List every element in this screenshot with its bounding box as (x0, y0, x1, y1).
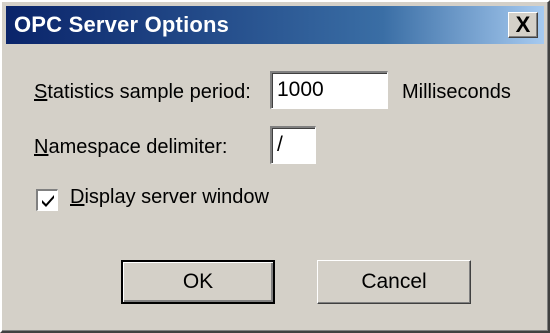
namespace-delimiter-input[interactable]: / (270, 126, 316, 164)
checkmark-icon (42, 195, 54, 207)
cancel-button[interactable]: Cancel (317, 260, 471, 304)
close-button[interactable]: X (508, 12, 538, 38)
close-icon: X (515, 12, 531, 37)
stats-period-label: Statistics sample period: (34, 81, 251, 103)
display-server-window-label: Display server window (70, 186, 269, 208)
namespace-delimiter-label: Namespace delimiter: (34, 136, 228, 158)
stats-period-unit: Milliseconds (402, 81, 511, 103)
dialog-window: OPC Server Options X Statistics sample p… (0, 0, 550, 333)
title-bar[interactable]: OPC Server Options X (6, 6, 544, 44)
ok-button[interactable]: OK (121, 260, 275, 304)
display-server-window-checkbox[interactable] (36, 189, 58, 211)
stats-period-input[interactable]: 1000 (270, 71, 388, 109)
dialog-title: OPC Server Options (14, 12, 230, 37)
